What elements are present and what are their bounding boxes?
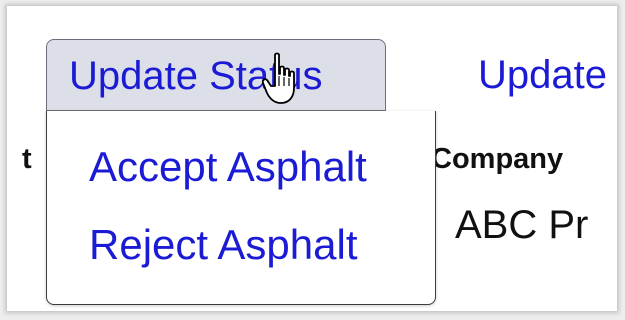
app-frame: Update Status Update t Company ABC Pr Ac… <box>7 6 617 311</box>
update-status-button[interactable]: Update Status <box>46 39 386 111</box>
menu-item-reject-asphalt[interactable]: Reject Asphalt <box>89 221 358 269</box>
update-label: Update <box>478 53 607 97</box>
table-cell-company: ABC Pr <box>455 203 589 247</box>
update-button[interactable]: Update <box>478 39 607 111</box>
update-status-label: Update Status <box>69 54 323 98</box>
menu-item-accept-asphalt[interactable]: Accept Asphalt <box>89 143 367 191</box>
status-dropdown-menu: Accept Asphalt Reject Asphalt <box>46 111 436 305</box>
column-header-company: Company <box>431 143 564 175</box>
column-header-partial: t <box>22 143 32 175</box>
